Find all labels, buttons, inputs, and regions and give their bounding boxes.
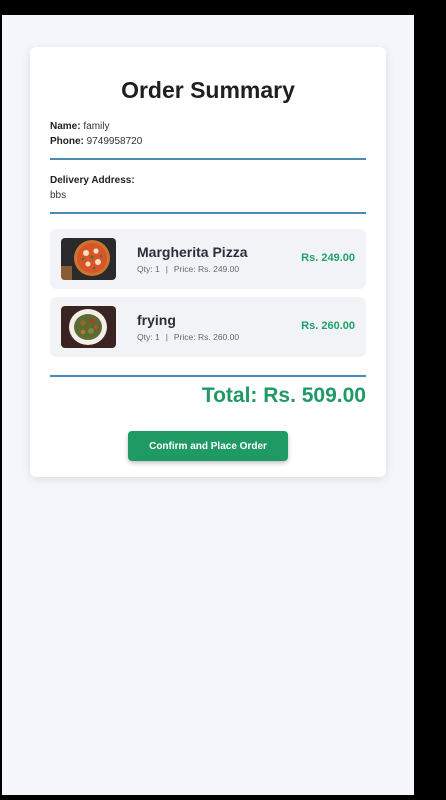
item-name: Margherita Pizza — [137, 244, 248, 260]
item-details: Qty: 1 | Price: Rs. 260.00 — [137, 332, 239, 342]
item-qty: Qty: 1 — [137, 332, 160, 342]
customer-phone-row: Phone: 9749958720 — [50, 136, 142, 147]
order-item: Margherita Pizza Qty: 1 | Price: Rs. 249.0… — [50, 229, 366, 289]
item-name: frying — [137, 312, 176, 328]
page-title: Order Summary — [121, 77, 295, 103]
item-line-total: Rs. 249.00 — [301, 252, 355, 264]
item-unit-price: Price: Rs. 249.00 — [173, 264, 240, 274]
divider — [50, 158, 366, 160]
delivery-address-label: Delivery Address: — [50, 175, 135, 186]
name-label: Name: — [50, 121, 81, 132]
confirm-order-button[interactable]: Confirm and Place Order — [128, 431, 288, 461]
item-details: Qty: 1 | Price: Rs. 249.00 — [137, 264, 239, 274]
pizza-image — [61, 238, 116, 280]
divider — [50, 375, 366, 377]
order-summary-card: Order Summary Name: family Phone: 974995… — [30, 47, 386, 477]
phone-label: Phone: — [50, 136, 84, 147]
page-viewport: Order Summary Name: family Phone: 974995… — [2, 15, 414, 795]
phone-value: 9749958720 — [86, 136, 143, 147]
item-qty: Qty: 1 — [137, 264, 160, 274]
customer-name-row: Name: family — [50, 121, 109, 132]
item-unit-price: Price: Rs. 260.00 — [173, 332, 240, 342]
divider — [50, 212, 366, 214]
delivery-address-value: bbs — [50, 190, 67, 201]
separator: | — [165, 264, 168, 274]
fried-food-bowl-image — [61, 306, 116, 348]
name-value: family — [83, 121, 110, 132]
order-item: frying Qty: 1 | Price: Rs. 260.00 Rs. 260.… — [50, 297, 366, 357]
order-total: Total: Rs. 509.00 — [201, 384, 366, 407]
separator: | — [165, 332, 168, 342]
item-line-total: Rs. 260.00 — [301, 320, 355, 332]
